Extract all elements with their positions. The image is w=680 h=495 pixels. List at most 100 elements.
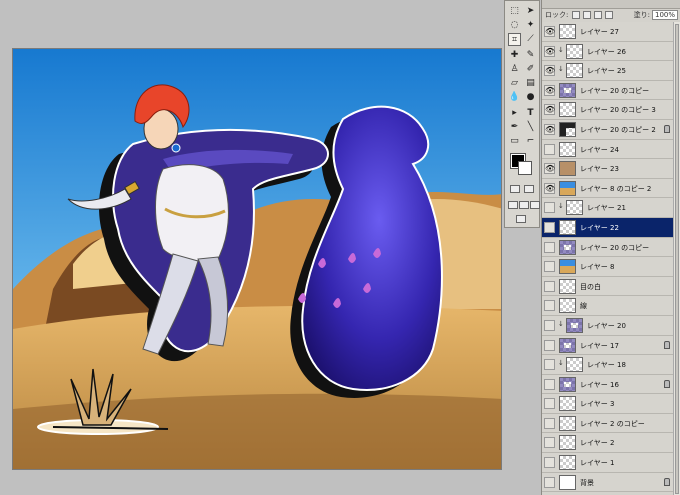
visibility-eye-icon[interactable] <box>544 417 555 429</box>
lasso-icon[interactable]: ◌ <box>508 19 521 32</box>
quick-mask-icon[interactable] <box>524 185 534 193</box>
slice-icon[interactable]: ⟋ <box>524 33 537 46</box>
visibility-eye-icon[interactable] <box>544 398 555 410</box>
layer-row[interactable]: 👁 レイヤー 20 のコピー 3 <box>542 100 674 120</box>
document-canvas[interactable] <box>12 48 502 470</box>
layer-thumbnail[interactable] <box>566 43 583 59</box>
layer-row[interactable]: ↓ レイヤー 18 <box>542 355 674 375</box>
visibility-eye-icon[interactable]: 👁 <box>544 65 555 77</box>
visibility-eye-icon[interactable]: 👁 <box>544 26 555 37</box>
layer-thumbnail[interactable] <box>559 180 576 196</box>
background-color-swatch[interactable] <box>518 161 532 175</box>
layer-thumbnail[interactable] <box>559 24 576 39</box>
visibility-eye-icon[interactable]: 👁 <box>544 123 555 135</box>
visibility-eye-icon[interactable] <box>544 261 555 273</box>
layer-row[interactable]: 👁 レイヤー 20 のコピー 2 <box>542 119 674 140</box>
layer-thumbnail[interactable] <box>559 435 576 451</box>
visibility-eye-icon[interactable] <box>544 359 555 371</box>
lock-image-icon[interactable] <box>582 11 591 19</box>
visibility-eye-icon[interactable]: 👁 <box>544 84 555 96</box>
screen-mode-icon[interactable] <box>508 201 518 209</box>
layer-row[interactable]: ↓ レイヤー 21 <box>542 198 674 218</box>
pen-icon[interactable]: ✒ <box>508 121 521 134</box>
stamp-icon[interactable]: ♙ <box>508 63 521 76</box>
visibility-eye-icon[interactable]: 👁 <box>544 104 555 116</box>
layer-thumbnail[interactable] <box>566 63 583 79</box>
lock-position-icon[interactable] <box>594 11 603 19</box>
crop-icon[interactable]: ⌗ <box>508 33 521 46</box>
layer-thumbnail[interactable] <box>559 239 576 255</box>
type-icon[interactable]: T <box>524 107 537 120</box>
brush-icon[interactable]: ✎ <box>524 49 537 62</box>
notes-icon[interactable]: ▭ <box>508 135 521 148</box>
blur-icon[interactable]: 💧 <box>508 91 521 104</box>
layer-row[interactable]: ↓ レイヤー 20 <box>542 315 674 336</box>
visibility-eye-icon[interactable]: 👁 <box>544 45 555 57</box>
visibility-eye-icon[interactable] <box>544 339 555 351</box>
layer-row[interactable]: 👁 ↓ レイヤー 25 <box>542 61 674 81</box>
eraser-icon[interactable]: ▱ <box>508 77 521 90</box>
layer-thumbnail[interactable] <box>559 102 576 118</box>
layer-row[interactable]: 👁 レイヤー 27 <box>542 22 674 42</box>
layer-thumbnail[interactable] <box>559 259 576 275</box>
layer-thumbnail[interactable] <box>559 455 576 471</box>
layer-thumbnail[interactable] <box>566 200 583 216</box>
layer-row[interactable]: レイヤー 24 <box>542 139 674 160</box>
visibility-eye-icon[interactable] <box>544 280 555 292</box>
dodge-icon[interactable]: ● <box>524 91 537 104</box>
layer-row[interactable]: 👁 レイヤー 23 <box>542 159 674 179</box>
history-brush-icon[interactable]: ✐ <box>524 63 537 76</box>
layer-row[interactable]: レイヤー 2 のコピー <box>542 413 674 434</box>
layers-scrollbar[interactable] <box>673 22 680 495</box>
layer-thumbnail[interactable] <box>559 376 576 392</box>
layer-row[interactable]: レイヤー 16 <box>542 374 674 395</box>
visibility-eye-icon[interactable] <box>544 457 555 469</box>
layer-thumbnail[interactable] <box>559 474 576 490</box>
layer-row[interactable]: 👁 レイヤー 8 のコピー 2 <box>542 178 674 199</box>
layer-thumbnail[interactable] <box>559 141 576 157</box>
healing-icon[interactable]: ✚ <box>508 49 521 62</box>
visibility-eye-icon[interactable] <box>544 202 555 214</box>
layer-thumbnail[interactable] <box>559 161 576 177</box>
fill-input[interactable]: 100% <box>652 10 678 20</box>
magic-wand-icon[interactable]: ✦ <box>524 19 537 32</box>
shape-icon[interactable]: ╲ <box>524 121 537 134</box>
standard-mode-icon[interactable] <box>510 185 520 193</box>
layer-row[interactable]: レイヤー 17 <box>542 335 674 356</box>
marquee-icon[interactable]: ⬚ <box>508 5 521 18</box>
visibility-eye-icon[interactable] <box>544 378 555 390</box>
layer-row[interactable]: レイヤー 3 <box>542 394 674 414</box>
layer-thumbnail[interactable] <box>566 317 583 333</box>
layer-thumbnail[interactable] <box>559 82 576 98</box>
layer-thumbnail[interactable] <box>559 298 576 314</box>
layer-thumbnail[interactable] <box>559 337 576 353</box>
layer-row[interactable]: 👁 ↓ レイヤー 26 <box>542 41 674 62</box>
layer-thumbnail[interactable] <box>559 396 576 412</box>
layer-row[interactable]: レイヤー 22 <box>542 217 674 238</box>
visibility-eye-icon[interactable] <box>544 143 555 155</box>
visibility-eye-icon[interactable] <box>544 300 555 312</box>
visibility-eye-icon[interactable]: 👁 <box>544 163 555 175</box>
layer-row[interactable]: レイヤー 2 <box>542 433 674 454</box>
lock-transparency-icon[interactable] <box>571 11 580 19</box>
lock-all-icon[interactable] <box>605 11 614 19</box>
path-select-icon[interactable]: ▸ <box>508 107 521 120</box>
layer-row[interactable]: 目の白 <box>542 276 674 297</box>
layer-row[interactable]: 背景 <box>542 472 674 493</box>
visibility-eye-icon[interactable] <box>544 437 555 449</box>
eyedropper-icon[interactable]: ⌐ <box>524 135 537 148</box>
layer-thumbnail[interactable] <box>559 278 576 294</box>
visibility-eye-icon[interactable] <box>544 241 555 253</box>
layer-thumbnail[interactable] <box>566 357 583 373</box>
layer-row[interactable]: レイヤー 1 <box>542 453 674 473</box>
full-screen-menu-icon[interactable] <box>519 201 529 209</box>
visibility-eye-icon[interactable]: 👁 <box>544 182 555 194</box>
layer-row[interactable]: 線 <box>542 296 674 316</box>
layer-thumbnail[interactable] <box>559 219 576 235</box>
layer-thumbnail[interactable] <box>559 415 576 431</box>
layer-row[interactable]: 👁 レイヤー 20 のコピー <box>542 80 674 101</box>
layer-row[interactable]: レイヤー 8 <box>542 257 674 277</box>
scrollbar-thumb[interactable] <box>675 24 679 494</box>
layer-thumbnail[interactable] <box>559 121 576 137</box>
gradient-icon[interactable]: ▤ <box>524 77 537 90</box>
